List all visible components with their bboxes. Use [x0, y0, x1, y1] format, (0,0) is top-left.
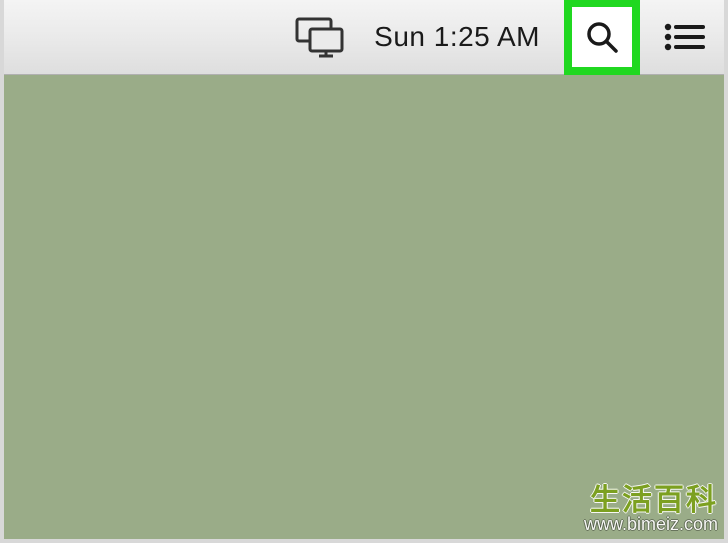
menubar: Sun 1:25 AM: [0, 0, 728, 75]
spotlight-search[interactable]: [572, 7, 632, 67]
watermark: 生活百科 www.bimeiz.com: [584, 486, 718, 535]
desktop-wallpaper: [0, 75, 728, 543]
displays-menu-item[interactable]: [290, 7, 350, 67]
search-icon: [584, 19, 620, 55]
list-icon: [663, 21, 705, 53]
watermark-brand: 生活百科: [584, 486, 718, 516]
displays-icon: [294, 16, 346, 58]
watermark-url: www.bimeiz.com: [584, 514, 718, 535]
search-highlight: [564, 0, 640, 75]
menubar-items: Sun 1:25 AM: [290, 0, 714, 75]
clock[interactable]: Sun 1:25 AM: [364, 7, 550, 67]
notification-center[interactable]: [654, 7, 714, 67]
